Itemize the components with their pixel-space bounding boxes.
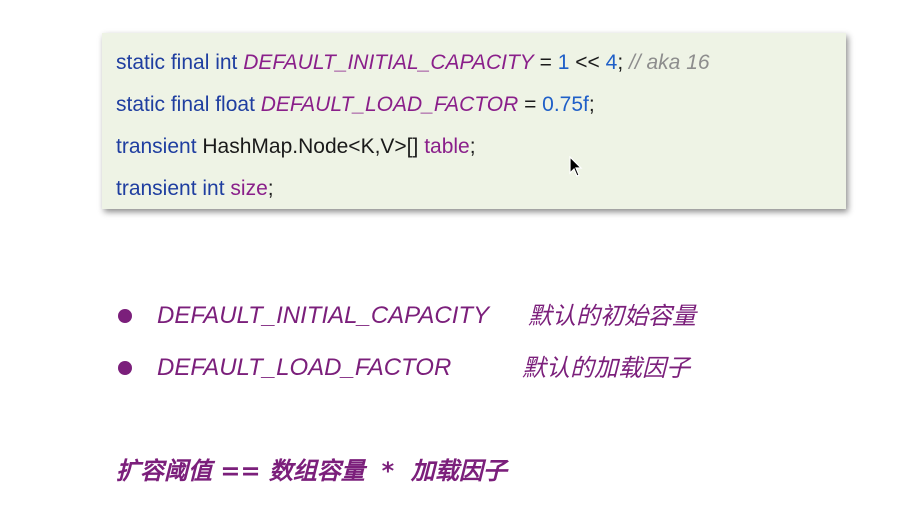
code-operator: = [533, 51, 558, 74]
code-modifiers: static final float [116, 93, 261, 116]
code-shift-operator: << [569, 51, 606, 74]
code-type: HashMap.Node<K,V>[] [202, 135, 425, 158]
code-semicolon: ; [267, 177, 274, 200]
code-number: 1 [557, 51, 570, 74]
code-field-name: table [424, 135, 470, 158]
code-constant-name: DEFAULT_INITIAL_CAPACITY [243, 51, 534, 74]
code-modifiers: transient int [116, 177, 231, 200]
code-semicolon: ; [588, 93, 595, 116]
mouse-pointer-icon [569, 156, 583, 177]
threshold-formula: 扩容阈值 == 数组容量 * 加载因子 [116, 457, 507, 485]
code-semicolon: ; [617, 51, 629, 74]
bullet-term: DEFAULT_LOAD_FACTOR [157, 354, 452, 381]
code-line-load-factor: static final float DEFAULT_LOAD_FACTOR =… [116, 90, 846, 132]
code-operator: = [518, 93, 543, 116]
bullet-description: 默认的初始容量 [528, 302, 696, 330]
code-line-table: transient HashMap.Node<K,V>[] table; [116, 132, 846, 174]
bullet-description: 默认的加载因子 [522, 354, 690, 382]
code-modifiers: transient [116, 135, 203, 158]
code-modifiers: static final int [116, 51, 244, 74]
code-line-size: transient int size; [116, 174, 846, 216]
code-constant-name: DEFAULT_LOAD_FACTOR [260, 93, 519, 116]
code-number: 0.75f [542, 93, 589, 116]
code-comment: // aka 16 [629, 51, 710, 74]
code-number: 4 [605, 51, 618, 74]
bullet-dot-icon [118, 361, 132, 375]
bullet-dot-icon [118, 309, 132, 323]
code-line-initial-capacity: static final int DEFAULT_INITIAL_CAPACIT… [116, 48, 846, 90]
code-field-name: size [230, 177, 268, 200]
code-block: static final int DEFAULT_INITIAL_CAPACIT… [102, 33, 846, 209]
bullet-term: DEFAULT_INITIAL_CAPACITY [157, 302, 490, 329]
code-semicolon: ; [469, 135, 476, 158]
